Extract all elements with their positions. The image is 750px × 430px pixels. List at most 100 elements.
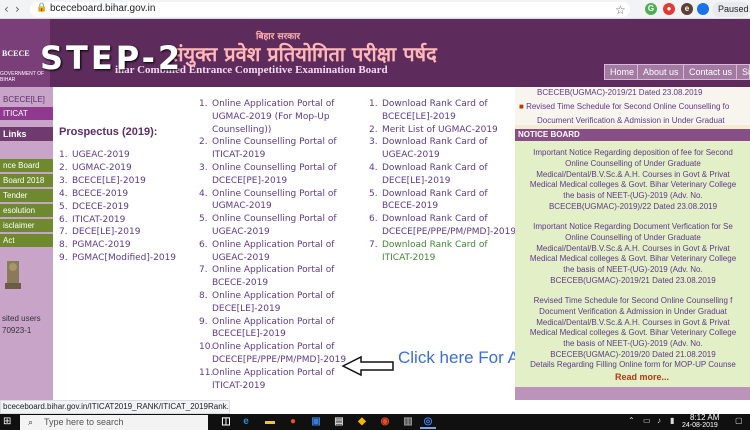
portal-link[interactable]: BCECE[LE]-2019: [199, 328, 346, 341]
portal-link[interactable]: 10.Online Application Portal of: [199, 341, 346, 354]
extension-red-icon[interactable]: ●: [663, 3, 675, 15]
star-icon[interactable]: ☆: [615, 3, 626, 17]
portal-link[interactable]: 9. Online Application Portal of: [199, 316, 346, 329]
network-icon[interactable]: ▭: [643, 416, 651, 425]
notice-item[interactable]: Important Notice Regarding Document Verf…: [517, 222, 749, 287]
prospectus-item[interactable]: 6. ITICAT-2019: [59, 214, 176, 227]
portal-link[interactable]: 1. Online Application Portal of: [199, 98, 346, 111]
portal-link[interactable]: UGEAC-2019: [199, 226, 346, 239]
rank-card-link[interactable]: ITICAT-2019: [369, 252, 516, 265]
windows-start-icon[interactable]: ⊞: [3, 416, 11, 427]
portal-link[interactable]: 5. Online Counselling Portal of: [199, 213, 346, 226]
volume-icon[interactable]: ♪: [657, 416, 661, 425]
rank-card-link[interactable]: UGEAC-2019: [369, 149, 516, 162]
nav-home[interactable]: Home: [604, 64, 641, 80]
forward-icon[interactable]: ›: [15, 2, 20, 16]
rank-card-link[interactable]: 3. Download Rank Card of: [369, 136, 516, 149]
extension-grammarly-icon[interactable]: G: [645, 3, 657, 15]
sidebar-item-act[interactable]: Act: [0, 234, 53, 247]
portal-link[interactable]: UGEAC-2019: [199, 252, 346, 265]
app-icon[interactable]: ▤: [331, 415, 347, 429]
rank-card-link-text: Download Rank Card of: [382, 188, 488, 199]
prospectus-item[interactable]: 5. DCECE-2019: [59, 201, 176, 214]
portal-link[interactable]: 6. Online Application Portal of: [199, 239, 346, 252]
notice-item[interactable]: Important Notice Regarding deposition of…: [517, 148, 749, 213]
profile-avatar[interactable]: [697, 3, 709, 15]
prospectus-item[interactable]: 9. PGMAC[Modified]-2019: [59, 252, 176, 265]
portal-link-text: UGMAC-2019: [212, 201, 272, 212]
scroll-item[interactable]: Document Verification & Admission in Und…: [537, 116, 725, 125]
rank-card-link[interactable]: 2. Merit List of UGMAC-2019: [369, 124, 516, 137]
app-icon[interactable]: ▥: [400, 415, 416, 429]
rank-card-link[interactable]: BCECE-2019: [369, 200, 516, 213]
sidebar-item-tender[interactable]: Tender: [0, 189, 53, 202]
clock-date[interactable]: 24-08-2019: [682, 422, 718, 430]
rank-card-link[interactable]: 6. Download Rank Card of: [369, 213, 516, 226]
nav-si[interactable]: Si: [736, 64, 750, 80]
portal-link[interactable]: DCECE[PE]-2019: [199, 175, 346, 188]
edge-icon[interactable]: e: [238, 415, 254, 429]
sidebar-item-iticat[interactable]: ITICAT: [0, 107, 53, 120]
portal-link[interactable]: ITICAT-2019: [199, 380, 346, 393]
portal-link[interactable]: 11.Online Application Portal of: [199, 367, 346, 380]
clock-time[interactable]: 8:12 AM: [690, 414, 719, 422]
prospectus-item[interactable]: 7. DECE[LE]-2019: [59, 226, 176, 239]
paused-badge[interactable]: Paused: [712, 2, 750, 17]
portal-link[interactable]: 2. Online Counselling Portal of: [199, 136, 346, 149]
sidebar-item-board-2018[interactable]: Board 2018: [0, 174, 53, 187]
prospectus-item[interactable]: 1. UGEAC-2019: [59, 149, 176, 162]
sidebar-item-notice-board[interactable]: nce Board: [0, 159, 53, 172]
portal-link[interactable]: ITICAT-2019: [199, 149, 346, 162]
notice-item[interactable]: Details Regarding Filling Online form fo…: [517, 360, 749, 371]
nav-about-us[interactable]: About us: [637, 64, 685, 80]
task-view-icon[interactable]: ◫: [218, 415, 234, 429]
notice-footer-band: [515, 387, 750, 400]
notifications-icon[interactable]: ▢: [735, 416, 743, 425]
rank-card-link[interactable]: 7. Download Rank Card of: [369, 239, 516, 252]
tray-chevron-icon[interactable]: ⌃: [628, 416, 635, 425]
read-more-link[interactable]: Read more...: [615, 372, 669, 382]
taskbar-search[interactable]: ⌕ Type here to search: [20, 415, 208, 430]
app-icon[interactable]: ▣: [308, 415, 324, 429]
nav-contact-us[interactable]: Contact us: [683, 64, 739, 80]
portal-link[interactable]: DCECE[PE/PPE/PM/PMD]-2019: [199, 354, 346, 367]
portal-link[interactable]: DECE[LE]-2019: [199, 303, 346, 316]
file-explorer-icon[interactable]: ▬: [262, 415, 278, 429]
portal-link[interactable]: BCECE-2019: [199, 277, 346, 290]
sidebar-item-resolution[interactable]: esolution: [0, 204, 53, 217]
prospectus-item[interactable]: 8. PGMAC-2019: [59, 239, 176, 252]
rank-card-link[interactable]: 1. Download Rank Card of: [369, 98, 516, 111]
portal-link[interactable]: 7. Online Application Portal of: [199, 264, 346, 277]
url-field[interactable]: 🔒 bceceboard.bihar.gov.in ☆: [30, 2, 630, 17]
rank-card-link[interactable]: 5. Download Rank Card of: [369, 188, 516, 201]
portal-link[interactable]: UGMAC-2019 (For Mop-Up: [199, 111, 346, 124]
prospectus-item-text: PGMAC[Modified]-2019: [72, 253, 177, 264]
portal-link[interactable]: Counselling)): [199, 124, 346, 137]
prospectus-item[interactable]: 2. UGMAC-2019: [59, 162, 176, 175]
prospectus-item[interactable]: 4. BCECE-2019: [59, 188, 176, 201]
portal-link[interactable]: 3. Online Counselling Portal of: [199, 162, 346, 175]
app-icon[interactable]: ◆: [354, 415, 370, 429]
portal-link-text: Online Application Portal of: [212, 316, 335, 327]
rank-card-link[interactable]: DECE[LE]-2019: [369, 175, 516, 188]
rank-card-link[interactable]: DCECE[PE/PPE/PM/PMD]-2019: [369, 226, 516, 239]
chrome-icon[interactable]: ◎: [420, 415, 436, 429]
scroll-item[interactable]: ■ Revised Time Schedule for Second Onlin…: [519, 102, 729, 111]
sidebar-item-bcece-le[interactable]: BCECE[LE]: [0, 93, 53, 106]
portal-link[interactable]: 4. Online Counselling Portal of: [199, 188, 346, 201]
sidebar-item-disclaimer[interactable]: isclaimer: [0, 219, 53, 232]
back-icon[interactable]: ‹: [4, 2, 9, 16]
portal-link[interactable]: 8. Online Application Portal of: [199, 290, 346, 303]
battery-icon[interactable]: ▮: [670, 416, 674, 425]
hindi-title: संयुक्त प्रवेश प्रतियोगिता परीक्षा पर्षद: [170, 42, 437, 66]
rank-card-link[interactable]: 4. Download Rank Card of: [369, 162, 516, 175]
portal-link-text: BCECE-2019: [212, 278, 269, 289]
scroll-item[interactable]: BCECEB(UGMAC)-2019/21 Dated 23.08.2019: [537, 88, 702, 97]
extension-dark-icon[interactable]: e: [681, 3, 693, 15]
notice-item[interactable]: Revised Time Schedule for Second Online …: [517, 296, 749, 361]
rank-card-link[interactable]: BCECE[LE]-2019: [369, 111, 516, 124]
prospectus-item[interactable]: 3. BCECE[LE]-2019: [59, 175, 176, 188]
firefox-icon[interactable]: ●: [285, 415, 301, 429]
portal-link[interactable]: UGMAC-2019: [199, 200, 346, 213]
app-icon[interactable]: ◉: [377, 415, 393, 429]
